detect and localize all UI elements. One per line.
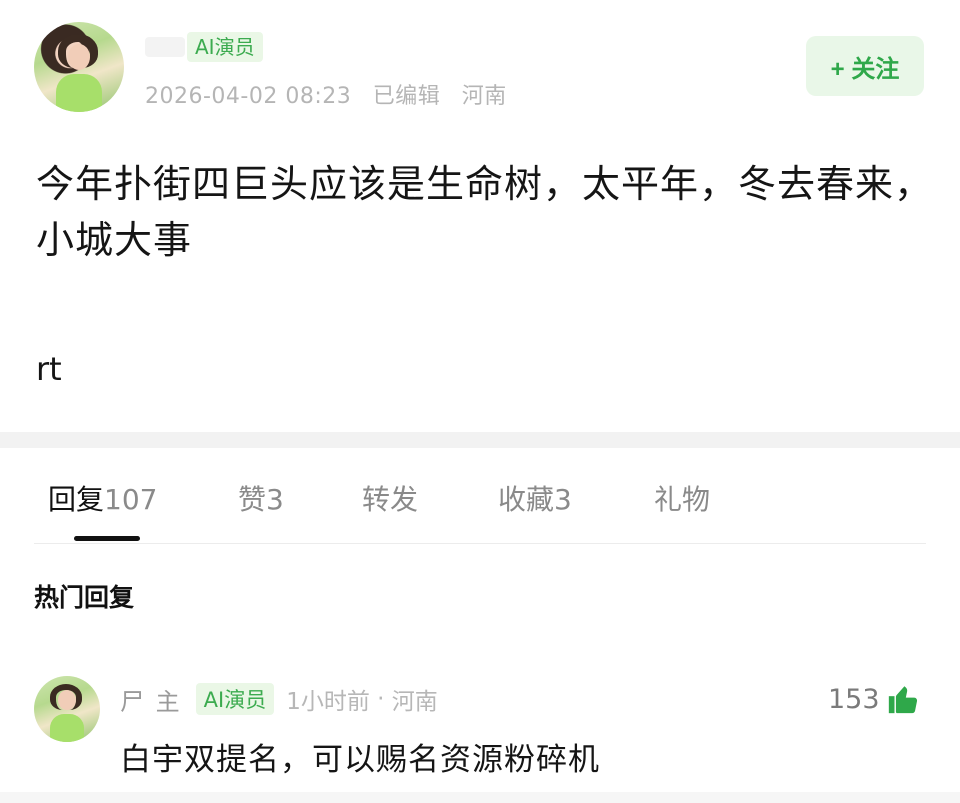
comment-time: 1小时前 <box>286 689 370 715</box>
tab-count: 3 <box>554 483 572 516</box>
comment-text: 白宇双提名，可以赐名资源粉碎机 <box>120 742 600 778</box>
tab-label: 回复 <box>48 483 105 516</box>
author-name-row[interactable]: AI演员 <box>145 30 263 64</box>
post-edited-label: 已编辑 <box>372 84 441 109</box>
tab-count: 3 <box>266 483 284 516</box>
tab-reposts[interactable]: 转发 <box>362 478 418 518</box>
post-body: rt <box>36 350 62 388</box>
post-title: 今年扑街四巨头应该是生命树，太平年，冬去春来，小城大事 <box>36 162 934 262</box>
post-header: AI演员 2026-04-02 08:23 已编辑 河南 + 关注 <box>0 0 960 130</box>
section-divider <box>0 432 960 448</box>
commenter-avatar[interactable] <box>34 676 100 742</box>
bottom-divider <box>0 792 960 803</box>
avatar-face <box>58 690 76 710</box>
post-location: 河南 <box>461 84 507 109</box>
tab-gifts[interactable]: 礼物 <box>654 478 710 518</box>
tab-label: 收藏 <box>498 483 555 516</box>
commenter-name[interactable]: 尸 主 <box>120 682 182 717</box>
post-timestamp: 2026-04-02 08:23 <box>145 84 352 109</box>
follow-button[interactable]: + 关注 <box>806 36 924 96</box>
tab-likes[interactable]: 赞3 <box>238 478 284 518</box>
tab-label: 转发 <box>362 483 419 516</box>
thumbs-up-icon <box>888 686 917 714</box>
tab-replies[interactable]: 回复107 <box>48 478 157 518</box>
tab-count: 107 <box>104 483 158 516</box>
comment-header: 尸 主 AI演员 1小时前 · 河南 <box>120 682 438 716</box>
avatar-shirt <box>56 74 102 112</box>
avatar-face <box>68 44 90 70</box>
tab-label: 赞 <box>238 483 267 516</box>
tabs-divider <box>34 543 926 544</box>
comment-location: 河南 <box>391 689 438 715</box>
comment-meta-separator: · <box>369 686 392 712</box>
avatar-shirt <box>50 714 84 742</box>
commenter-badge: AI演员 <box>195 683 275 715</box>
tab-favorites[interactable]: 收藏3 <box>498 478 572 518</box>
comment-like-count: 153 <box>828 683 880 715</box>
comment-item: 尸 主 AI演员 1小时前 · 河南 白宇双提名，可以赐名资源粉碎机 153 <box>0 660 960 803</box>
post-meta: 2026-04-02 08:23 已编辑 河南 <box>145 78 521 110</box>
active-tab-indicator <box>74 536 140 541</box>
author-badge: AI演员 <box>187 32 263 62</box>
hot-replies-heading: 热门回复 <box>34 583 135 612</box>
comment-like-button[interactable]: 153 <box>828 682 920 716</box>
post-tabs: 回复107 赞3 转发 收藏3 礼物 <box>0 448 960 544</box>
tab-label: 礼物 <box>654 483 711 516</box>
author-avatar[interactable] <box>34 22 124 112</box>
author-name-redacted <box>145 37 185 57</box>
